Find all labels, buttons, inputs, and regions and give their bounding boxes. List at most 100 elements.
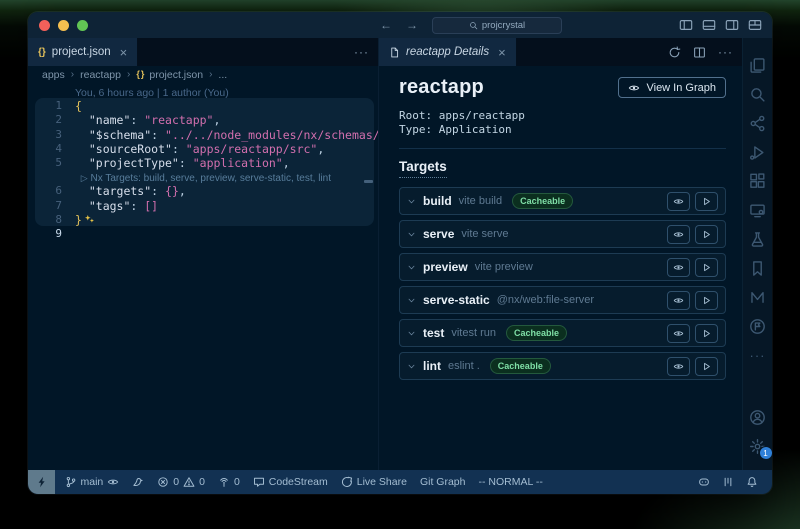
liveshare-item[interactable]: Live Share: [334, 470, 413, 494]
vim-mode-item-label: -- NORMAL --: [478, 476, 542, 488]
code-line[interactable]: 1{: [28, 99, 378, 113]
split-editor-icon[interactable]: [693, 46, 706, 59]
run-icon: [749, 144, 766, 161]
tab-reactapp-details[interactable]: reactapp Details ×: [379, 38, 517, 66]
target-row-serve-static[interactable]: serve-static@nx/web:file-server: [399, 286, 726, 314]
activity-search-icon[interactable]: [743, 81, 773, 108]
code-line[interactable]: 8}: [28, 213, 378, 227]
project-type-line: Type: Application: [399, 123, 726, 137]
target-command: vite serve: [461, 228, 508, 240]
minimize-window-button[interactable]: [58, 20, 69, 31]
target-row-serve[interactable]: servevite serve: [399, 220, 726, 248]
toggle-sidebar-right-icon[interactable]: [725, 18, 739, 32]
liveshare-icon: [341, 476, 353, 488]
tab-bar: {} project.json × ··· reactapp Details ×: [28, 38, 742, 66]
toggle-sidebar-left-icon[interactable]: [679, 18, 693, 32]
git-graph-item-label: Git Graph: [420, 476, 466, 488]
forward-icon[interactable]: →: [406, 19, 419, 31]
branch-item[interactable]: main: [58, 470, 126, 494]
activity-remote-monitor-icon[interactable]: [743, 197, 773, 224]
toggle-panel-icon[interactable]: [702, 18, 716, 32]
breadcrumb-item[interactable]: {}project.json: [136, 69, 203, 81]
activity-bookmark-icon[interactable]: [743, 255, 773, 282]
bird-item[interactable]: [126, 470, 151, 494]
target-run-button[interactable]: [695, 324, 718, 343]
codestream-item[interactable]: CodeStream: [246, 470, 334, 494]
eye-icon: [673, 229, 684, 240]
git-blame-line[interactable]: You, 6 hours ago | 1 author (You): [28, 85, 378, 99]
customize-layout-icon[interactable]: [748, 18, 762, 32]
command-center[interactable]: projcrystal: [432, 17, 562, 34]
group-2-actions: ···: [668, 38, 733, 66]
activity-beaker-icon[interactable]: [743, 226, 773, 253]
target-run-button[interactable]: [695, 225, 718, 244]
more-actions-icon[interactable]: ···: [354, 46, 369, 58]
target-view-button[interactable]: [667, 225, 690, 244]
vim-mode-item[interactable]: -- NORMAL --: [472, 470, 549, 494]
project-title: reactapp: [399, 76, 484, 99]
target-view-button[interactable]: [667, 324, 690, 343]
codestream-icon: [253, 476, 265, 488]
chevron-down-icon: [407, 230, 416, 239]
activity-explorer-icon[interactable]: [743, 52, 773, 79]
refresh-icon[interactable]: [668, 46, 681, 59]
target-view-button[interactable]: [667, 192, 690, 211]
target-row-build[interactable]: buildvite buildCacheable: [399, 187, 726, 215]
code-line[interactable]: 2 "name": "reactapp",: [28, 113, 378, 127]
codestream-item-label: CodeStream: [269, 476, 328, 488]
target-view-button[interactable]: [667, 258, 690, 277]
activity-more-icon[interactable]: ···: [743, 342, 773, 369]
activity-gear-icon[interactable]: 1: [743, 433, 773, 460]
target-row-preview[interactable]: previewvite preview: [399, 253, 726, 281]
code-line[interactable]: 4 "sourceRoot": "apps/reactapp/src",: [28, 142, 378, 156]
ports-item[interactable]: 0: [211, 470, 246, 494]
search-icon: [749, 86, 766, 103]
view-in-graph-button[interactable]: View In Graph: [618, 77, 726, 98]
activity-flag-circle-icon[interactable]: [743, 313, 773, 340]
remote-indicator[interactable]: [28, 470, 55, 494]
code-line[interactable]: 7 "tags": []: [28, 199, 378, 213]
target-name: test: [423, 326, 444, 340]
back-icon[interactable]: ←: [380, 19, 393, 31]
chevron-down-icon: [407, 263, 416, 272]
git-graph-item[interactable]: Git Graph: [413, 470, 472, 494]
breadcrumb-item[interactable]: ...: [218, 69, 227, 81]
close-window-button[interactable]: [39, 20, 50, 31]
more-actions-icon[interactable]: ···: [718, 46, 733, 58]
prettier-item[interactable]: [716, 470, 740, 494]
target-view-button[interactable]: [667, 357, 690, 376]
activity-account-icon[interactable]: [743, 404, 773, 431]
target-view-button[interactable]: [667, 291, 690, 310]
code-line[interactable]: 6 "targets": {},: [28, 184, 378, 198]
activity-extensions-icon[interactable]: [743, 168, 773, 195]
activity-nx-console-icon[interactable]: [743, 284, 773, 311]
activity-share-graph-icon[interactable]: [743, 110, 773, 137]
code-line[interactable]: 5 "projectType": "application",: [28, 156, 378, 170]
close-icon[interactable]: ×: [498, 46, 506, 59]
close-icon[interactable]: ×: [120, 46, 128, 59]
target-name: serve-static: [423, 293, 490, 307]
code-line[interactable]: 9: [28, 227, 378, 241]
problems-item[interactable]: 00: [151, 470, 212, 494]
zoom-window-button[interactable]: [77, 20, 88, 31]
target-run-button[interactable]: [695, 192, 718, 211]
tab-project-json[interactable]: {} project.json ×: [28, 38, 138, 66]
target-run-button[interactable]: [695, 357, 718, 376]
target-row-test[interactable]: testvitest runCacheable: [399, 319, 726, 347]
breadcrumb-item[interactable]: apps: [42, 69, 65, 81]
target-run-button[interactable]: [695, 258, 718, 277]
project-meta: Root: apps/reactapp Type: Application: [399, 109, 726, 137]
nx-targets-hint-line[interactable]: ▷ Nx Targets: build, serve, preview, ser…: [28, 170, 378, 184]
breadcrumb-item[interactable]: reactapp: [80, 69, 121, 81]
chevron-down-icon: [407, 329, 416, 338]
breadcrumb[interactable]: apps›reactapp›{}project.json›...: [28, 66, 392, 83]
breadcrumb-item-label: apps: [42, 69, 65, 81]
code-line[interactable]: 3 "$schema": "../../node_modules/nx/sche…: [28, 128, 378, 142]
chevron-down-icon: [407, 197, 416, 206]
target-run-button[interactable]: [695, 291, 718, 310]
code-editor[interactable]: You, 6 hours ago | 1 author (You)1{2 "na…: [28, 83, 378, 470]
notifications-item[interactable]: [740, 470, 764, 494]
target-row-lint[interactable]: linteslint .Cacheable: [399, 352, 726, 380]
copilot-item[interactable]: [692, 470, 716, 494]
activity-run-icon[interactable]: [743, 139, 773, 166]
